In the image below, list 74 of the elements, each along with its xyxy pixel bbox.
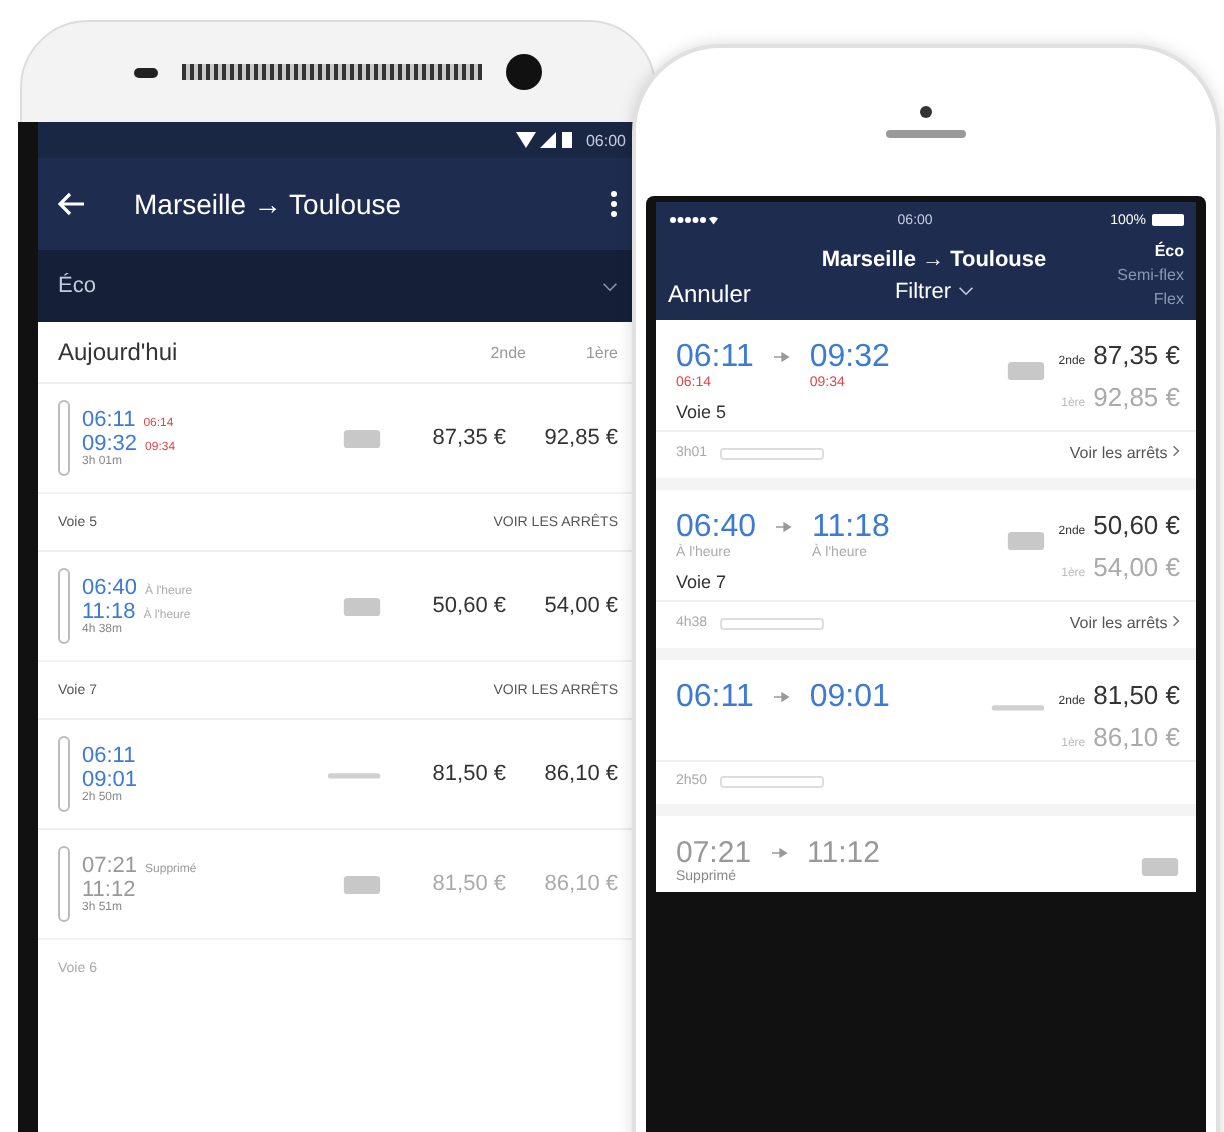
arrow-right-icon bbox=[776, 522, 793, 532]
speaker-grille-icon bbox=[182, 64, 482, 80]
train-logo-icon bbox=[342, 595, 382, 617]
fare-price[interactable]: 87,35 € bbox=[406, 426, 506, 450]
fare-option[interactable]: Éco bbox=[1154, 242, 1184, 260]
route-title: Marseille → Toulouse bbox=[134, 188, 404, 220]
stops-bar-icon bbox=[719, 775, 824, 787]
fare-option[interactable]: Semi-flex bbox=[1117, 266, 1184, 284]
departure-time: 06:40 bbox=[82, 576, 138, 600]
more-menu-icon[interactable] bbox=[610, 190, 618, 218]
sensor-dots-icon bbox=[134, 67, 158, 77]
camera-icon bbox=[506, 54, 542, 90]
status-time: 06:00 bbox=[585, 131, 626, 149]
timeline-icon bbox=[58, 400, 70, 476]
bus-logo-icon bbox=[990, 700, 1047, 714]
date-heading: Aujourd'hui bbox=[58, 338, 180, 366]
arrow-right-icon bbox=[773, 352, 790, 362]
departure-time: 06:11 bbox=[676, 340, 754, 376]
arrival-time: 09:32 bbox=[809, 340, 890, 376]
train-logo-icon bbox=[342, 427, 382, 449]
camera-icon bbox=[920, 106, 932, 118]
departure-time: 06:11 bbox=[676, 680, 754, 716]
signal-icons bbox=[515, 130, 576, 150]
chevron-right-icon bbox=[1172, 614, 1180, 628]
view-stops-link[interactable]: Voir les arrêts bbox=[1069, 614, 1180, 632]
fare-price[interactable]: 87,35 € bbox=[1093, 340, 1180, 370]
bus-logo-icon bbox=[326, 767, 382, 781]
departure-time: 07:21 bbox=[82, 854, 138, 878]
train-logo-icon bbox=[1006, 360, 1047, 382]
stops-bar-icon bbox=[719, 617, 824, 629]
back-icon[interactable] bbox=[58, 192, 86, 216]
fare-price[interactable]: 92,85 € bbox=[518, 426, 618, 450]
speaker-icon bbox=[886, 130, 966, 138]
class-column-header: 2nde bbox=[488, 343, 526, 361]
fare-price[interactable]: 50,60 € bbox=[406, 594, 506, 618]
fare-option[interactable]: Flex bbox=[1153, 290, 1184, 308]
fare-price[interactable]: 81,50 € bbox=[406, 762, 506, 786]
arrival-time: 11:12 bbox=[807, 836, 880, 870]
departure-time: 07:21 bbox=[676, 836, 752, 870]
filter-button[interactable]: Filtrer bbox=[894, 279, 974, 303]
platform-label: Voie 7 bbox=[676, 572, 729, 592]
chevron-down-icon bbox=[957, 286, 974, 296]
signal-wifi-icon bbox=[668, 214, 720, 226]
fare-price[interactable]: 54,00 € bbox=[518, 594, 618, 618]
class-column-header: 1ère bbox=[583, 343, 618, 361]
fare-dropdown[interactable]: Éco bbox=[38, 250, 638, 322]
arrival-time: 11:18 bbox=[82, 600, 136, 624]
fare-price[interactable]: 50,60 € bbox=[1093, 510, 1180, 540]
arrow-right-icon bbox=[771, 848, 788, 858]
chevron-right-icon bbox=[1172, 444, 1180, 458]
train-logo-icon bbox=[1140, 856, 1180, 878]
arrival-time: 11:12 bbox=[82, 878, 136, 902]
train-logo-icon bbox=[342, 873, 382, 895]
arrival-time: 09:01 bbox=[809, 680, 890, 716]
stops-bar-icon bbox=[719, 447, 824, 459]
fare-price[interactable]: 86,10 € bbox=[518, 762, 618, 786]
departure-time: 06:40 bbox=[676, 510, 757, 544]
arrival-time: 09:01 bbox=[82, 768, 138, 792]
arrow-right-icon bbox=[773, 692, 790, 702]
fare-price[interactable]: 81,50 € bbox=[1093, 680, 1180, 710]
timeline-icon bbox=[58, 568, 70, 644]
train-logo-icon bbox=[1006, 530, 1047, 552]
departure-time: 06:11 bbox=[82, 744, 136, 768]
arrival-time: 11:18 bbox=[812, 510, 890, 544]
arrival-time: 09:32 bbox=[82, 432, 138, 456]
departure-time: 06:11 bbox=[82, 408, 136, 432]
chevron-down-icon bbox=[602, 281, 618, 291]
cancel-button[interactable]: Annuler bbox=[668, 280, 751, 308]
platform-label: Voie 5 bbox=[676, 402, 729, 422]
timeline-icon bbox=[58, 846, 70, 922]
route-title: Marseille → Toulouse bbox=[821, 247, 1047, 271]
timeline-icon bbox=[58, 736, 70, 812]
view-stops-link[interactable]: Voir les arrêts bbox=[1069, 444, 1180, 462]
battery-icon bbox=[1152, 214, 1184, 226]
